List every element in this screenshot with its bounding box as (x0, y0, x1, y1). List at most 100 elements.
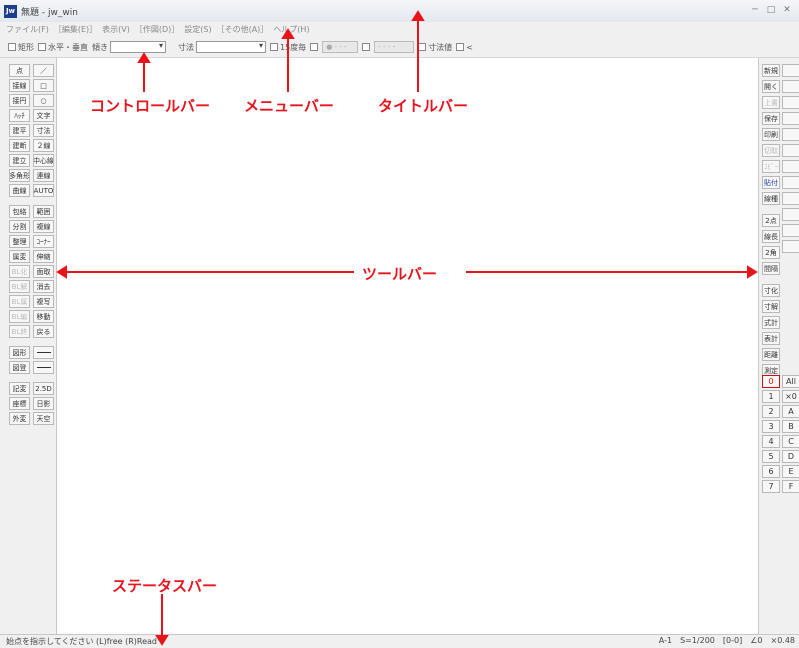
left-tool-button[interactable]: ／ (33, 64, 54, 77)
left-tool-button[interactable]: 移動 (33, 310, 54, 323)
dim-combo[interactable] (196, 41, 266, 53)
left-tool-button[interactable]: 2.5D (33, 382, 54, 395)
deg15-option[interactable]: 15度毎 (270, 42, 306, 53)
right-tool-button[interactable]: 印刷 (762, 128, 780, 141)
right-tool-button[interactable]: 2角 (762, 246, 780, 259)
layer-button[interactable]: F (782, 480, 799, 493)
lt-checkbox[interactable] (456, 43, 465, 51)
status-zoom[interactable]: ×0.48 (770, 636, 795, 645)
layer-button[interactable]: A (782, 405, 799, 418)
point-checkbox-1[interactable] (310, 43, 319, 51)
layer-button[interactable]: 7 (762, 480, 780, 493)
right-tool-button[interactable]: 貼付 (762, 176, 780, 189)
left-tool-button[interactable]: 座標 (9, 397, 30, 410)
left-tool-button[interactable]: 日影 (33, 397, 54, 410)
layer-button[interactable]: 2 (762, 405, 780, 418)
left-tool-button[interactable]: 属変 (9, 250, 30, 263)
layer-button[interactable]: 0 (762, 375, 780, 388)
left-tool-button[interactable]: 図登 (9, 361, 30, 374)
right-tool-button[interactable]: ｺﾋﾟｰ (762, 160, 780, 173)
left-tool-button[interactable]: 天空 (33, 412, 54, 425)
left-tool-button[interactable]: 点 (9, 64, 30, 77)
layer-button[interactable]: C (782, 435, 799, 448)
layer-button[interactable]: All (782, 375, 799, 388)
left-tool-button[interactable]: 接線 (9, 79, 30, 92)
left-tool-button[interactable]: 接円 (9, 94, 30, 107)
menu-file[interactable]: ファイル(F) (6, 24, 49, 35)
menu-help[interactable]: ヘルプ(H) (273, 24, 309, 35)
left-tool-button[interactable]: BL終 (9, 325, 30, 338)
left-tool-button[interactable]: 建断 (9, 139, 30, 152)
layer-button[interactable]: 5 (762, 450, 780, 463)
deg15-checkbox[interactable] (270, 43, 278, 51)
menu-settings[interactable]: 設定(S) (184, 24, 211, 35)
menu-edit[interactable]: ［編集(E)］ (54, 24, 97, 35)
status-scale[interactable]: S=1/200 (680, 636, 715, 645)
right-tool-button[interactable]: 表計 (762, 332, 780, 345)
dimval-checkbox[interactable] (418, 43, 427, 51)
right-tool-button[interactable]: 新規 (762, 64, 780, 77)
right-tool-button[interactable]: 保存 (762, 112, 780, 125)
layer-button[interactable]: E (782, 465, 799, 478)
lt-option[interactable]: < (456, 43, 473, 52)
left-tool-button[interactable]: 外変 (9, 412, 30, 425)
left-tool-button[interactable]: 記変 (9, 382, 30, 395)
right-tool-button[interactable]: 開く (762, 80, 780, 93)
hv-checkbox[interactable] (38, 43, 46, 51)
right-tool-button-cropped[interactable] (782, 64, 799, 77)
right-tool-button-cropped[interactable] (782, 144, 799, 157)
left-tool-button[interactable]: 建立 (9, 154, 30, 167)
left-tool-button[interactable]: 消去 (33, 280, 54, 293)
left-tool-button[interactable]: □ (33, 79, 54, 92)
left-tool-button[interactable]: 整理 (9, 235, 30, 248)
left-tool-button[interactable]: 寸法 (33, 124, 54, 137)
status-paper[interactable]: A-1 (659, 636, 672, 645)
right-tool-button-cropped[interactable] (782, 192, 799, 205)
right-tool-button[interactable]: 寸化 (762, 284, 780, 297)
right-tool-button-cropped[interactable] (782, 128, 799, 141)
left-tool-button[interactable]: ﾊｯﾁ (9, 109, 30, 122)
right-tool-button-cropped[interactable] (782, 240, 799, 253)
left-tool-button[interactable]: 複写 (33, 295, 54, 308)
left-tool-button[interactable] (33, 346, 54, 359)
right-tool-button-cropped[interactable] (782, 80, 799, 93)
close-button[interactable]: ✕ (780, 4, 794, 16)
point-option-2[interactable]: - - - - (362, 41, 415, 53)
left-tool-button[interactable]: 文字 (33, 109, 54, 122)
dimval-option[interactable]: 寸法値 (418, 42, 452, 53)
left-tool-button[interactable]: 分割 (9, 220, 30, 233)
left-tool-button[interactable]: BL編 (9, 310, 30, 323)
left-tool-button[interactable]: AUTO (33, 184, 54, 197)
left-tool-button[interactable]: 複線 (33, 220, 54, 233)
left-tool-button[interactable]: 連線 (33, 169, 54, 182)
left-tool-button[interactable]: BL化 (9, 265, 30, 278)
right-tool-button[interactable]: 2点 (762, 214, 780, 227)
left-tool-button[interactable]: 戻る (33, 325, 54, 338)
right-tool-button-cropped[interactable] (782, 176, 799, 189)
menu-view[interactable]: 表示(V) (102, 24, 130, 35)
layer-button[interactable]: 4 (762, 435, 780, 448)
left-tool-button[interactable]: BL解 (9, 280, 30, 293)
point-option-1[interactable]: ● - - - (310, 41, 359, 53)
right-tool-button[interactable]: 寸解 (762, 300, 780, 313)
left-tool-button[interactable]: 包絡 (9, 205, 30, 218)
rect-checkbox[interactable] (8, 43, 16, 51)
left-tool-button[interactable]: 面取 (33, 265, 54, 278)
maximize-button[interactable]: □ (764, 4, 778, 16)
left-tool-button[interactable]: ｺｰﾅｰ (33, 235, 54, 248)
left-tool-button[interactable]: 範囲 (33, 205, 54, 218)
right-tool-button[interactable]: 切取 (762, 144, 780, 157)
left-tool-button[interactable]: 中心線 (33, 154, 54, 167)
right-tool-button[interactable]: 間隔 (762, 262, 780, 275)
rect-option[interactable]: 矩形 (8, 42, 34, 53)
layer-button[interactable]: 6 (762, 465, 780, 478)
right-tool-button-cropped[interactable] (782, 224, 799, 237)
left-tool-button[interactable]: 図形 (9, 346, 30, 359)
right-tool-button-cropped[interactable] (782, 208, 799, 221)
status-angle[interactable]: ∠0 (750, 636, 762, 645)
status-layer[interactable]: [0-0] (723, 636, 742, 645)
drawing-canvas[interactable] (57, 58, 758, 634)
right-tool-button[interactable]: 式計 (762, 316, 780, 329)
layer-button[interactable]: B (782, 420, 799, 433)
left-tool-button[interactable]: 伸縮 (33, 250, 54, 263)
